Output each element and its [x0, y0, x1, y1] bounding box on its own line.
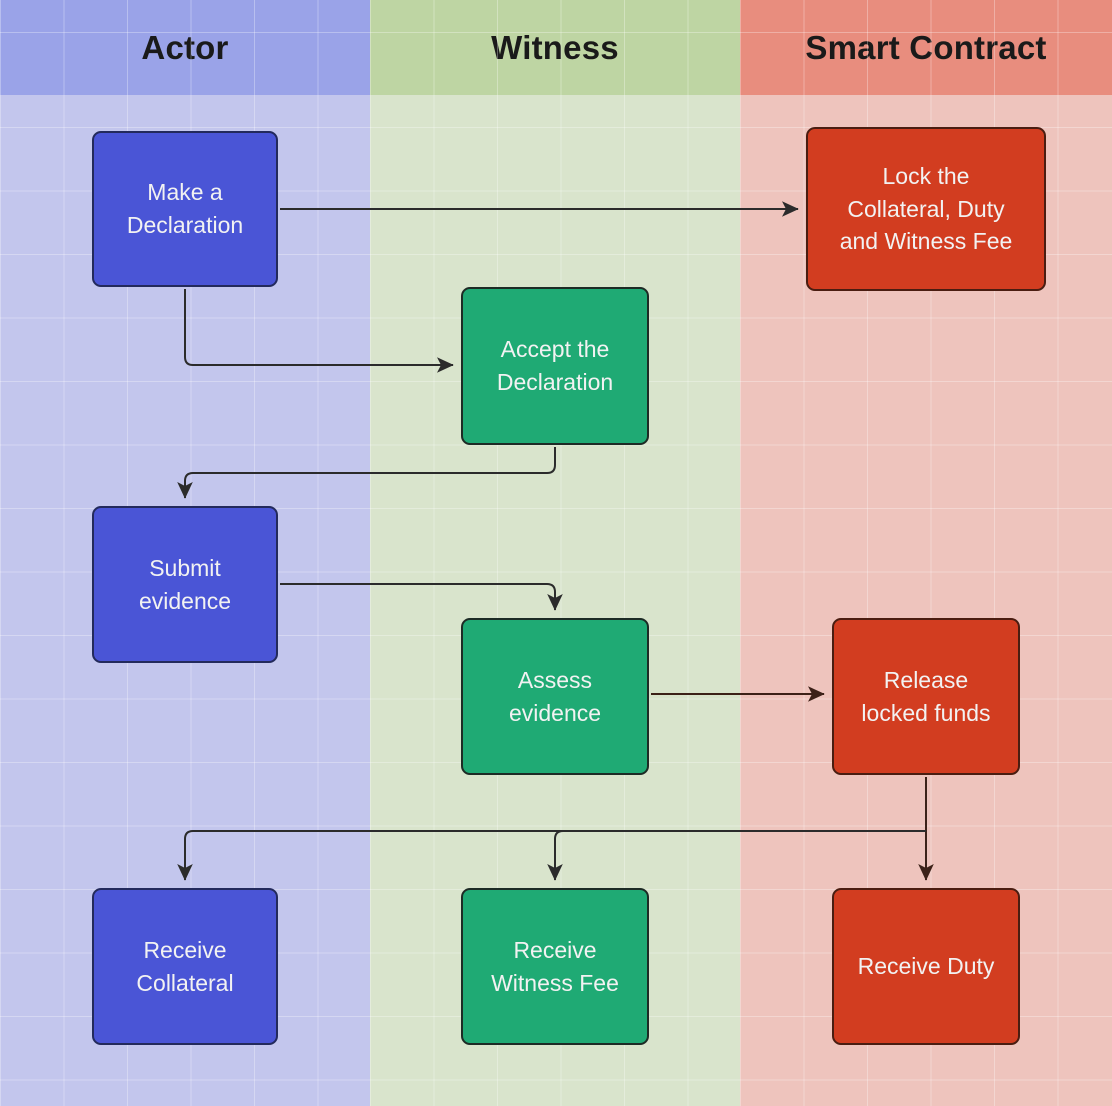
lane-header-actor: Actor — [0, 0, 370, 95]
node-receive-collateral[interactable]: Receive Collateral — [92, 888, 278, 1045]
lane-title-witness: Witness — [491, 28, 619, 66]
lane-title-actor: Actor — [141, 28, 229, 66]
node-accept-declaration[interactable]: Accept the Declaration — [461, 287, 649, 445]
node-submit-evidence[interactable]: Submit evidence — [92, 506, 278, 663]
node-release-locked-funds[interactable]: Release locked funds — [832, 618, 1020, 775]
node-make-declaration[interactable]: Make a Declaration — [92, 131, 278, 287]
lane-title-contract: Smart Contract — [805, 28, 1047, 66]
node-lock-collateral[interactable]: Lock the Collateral, Duty and Witness Fe… — [806, 127, 1046, 291]
lane-header-witness: Witness — [370, 0, 740, 95]
node-assess-evidence[interactable]: Assess evidence — [461, 618, 649, 775]
lane-header-contract: Smart Contract — [740, 0, 1112, 95]
node-receive-duty[interactable]: Receive Duty — [832, 888, 1020, 1045]
node-receive-witness-fee[interactable]: Receive Witness Fee — [461, 888, 649, 1045]
swimlane-diagram: Actor Witness Smart Contract Make a Declar… — [0, 0, 1112, 1106]
